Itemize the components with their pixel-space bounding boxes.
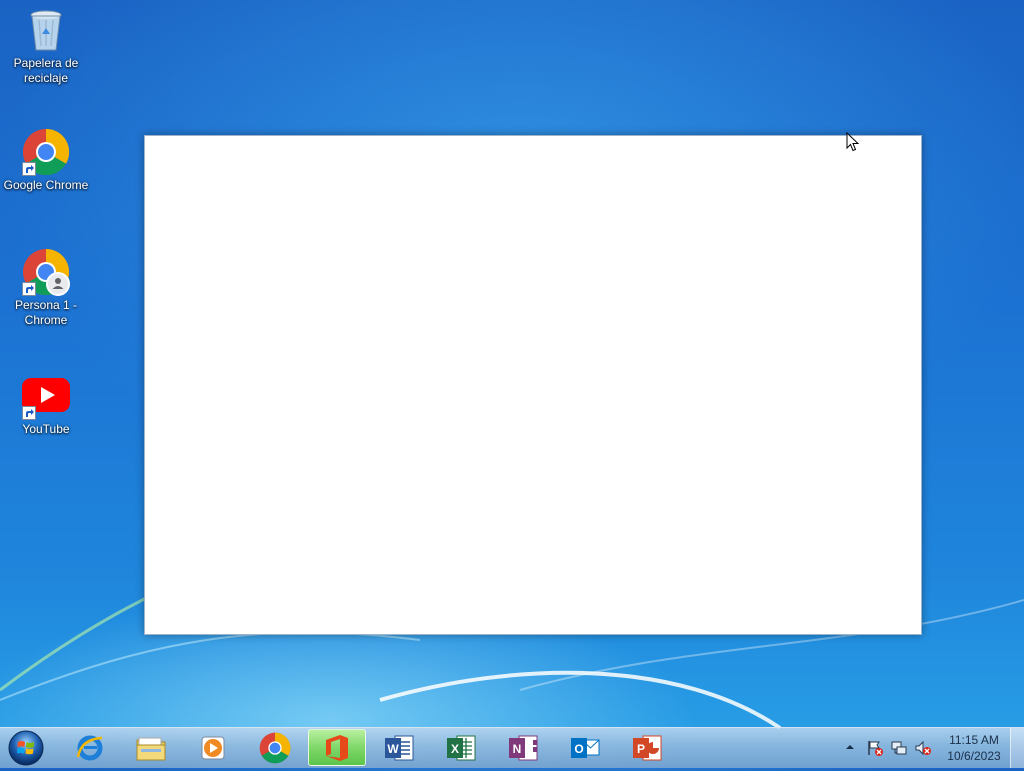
taskbar-clock[interactable]: 11:15 AM 10/6/2023 [944, 732, 1004, 764]
office-icon [326, 734, 348, 761]
onenote-icon: N [509, 735, 538, 760]
svg-text:X: X [451, 742, 459, 756]
excel-icon: X [447, 735, 476, 760]
start-button[interactable] [6, 730, 46, 766]
taskbar-internet-explorer[interactable] [61, 729, 119, 766]
outlook-icon: O [571, 737, 600, 758]
taskbar-excel[interactable]: X [432, 729, 490, 766]
desktop-icon-label: Persona 1 - Chrome [14, 298, 78, 327]
shortcut-arrow-icon [22, 162, 36, 176]
media-player-icon [201, 736, 225, 759]
svg-text:P: P [637, 742, 645, 756]
taskbar-media-player[interactable] [184, 729, 242, 766]
action-center-flag-icon[interactable] [866, 739, 884, 757]
taskbar-outlook[interactable]: O [556, 729, 614, 766]
taskbar-chrome[interactable] [246, 729, 304, 766]
desktop-icon-google-chrome[interactable]: Google Chrome [0, 128, 92, 193]
clock-time: 11:15 AM [949, 733, 999, 747]
word-icon: W [385, 735, 414, 760]
chrome-profile-icon [22, 248, 70, 296]
desktop-icon-label: YouTube [22, 422, 70, 436]
start-orb-icon [8, 730, 44, 766]
chrome-icon [22, 128, 70, 176]
taskbar-file-explorer[interactable] [122, 729, 180, 766]
desktop-icon-label: Papelera de reciclaje [13, 56, 79, 85]
internet-explorer-icon [76, 735, 103, 760]
shortcut-arrow-icon [22, 406, 36, 420]
svg-text:W: W [387, 742, 399, 756]
desktop-icon-chrome-profile[interactable]: Persona 1 - Chrome [0, 248, 92, 328]
taskbar: W X N O P 11:15 AM 10/6/2023 [0, 727, 1024, 768]
recycle-bin-icon [22, 6, 70, 54]
shortcut-arrow-icon [22, 282, 36, 296]
network-icon[interactable] [890, 739, 908, 757]
blank-app-window[interactable] [144, 135, 922, 635]
chrome-icon [259, 732, 291, 763]
taskbar-word[interactable]: W [370, 729, 428, 766]
powerpoint-icon: P [633, 735, 662, 760]
show-desktop-button[interactable] [1010, 728, 1024, 768]
clock-date: 10/6/2023 [947, 749, 1001, 763]
svg-text:N: N [513, 742, 522, 756]
youtube-icon [22, 372, 70, 420]
desktop-icon-recycle-bin[interactable]: Papelera de reciclaje [0, 6, 92, 86]
taskbar-onenote[interactable]: N [494, 729, 552, 766]
taskbar-office[interactable] [308, 729, 366, 766]
volume-muted-icon[interactable] [914, 739, 932, 757]
desktop-icon-youtube[interactable]: YouTube [0, 372, 92, 437]
desktop-icon-label: Google Chrome [3, 178, 89, 192]
mouse-cursor-icon [846, 132, 860, 152]
svg-text:O: O [574, 742, 583, 756]
file-explorer-icon [136, 737, 166, 760]
taskbar-powerpoint[interactable]: P [618, 729, 676, 766]
show-hidden-icons-chevron-up-icon[interactable] [844, 741, 856, 753]
